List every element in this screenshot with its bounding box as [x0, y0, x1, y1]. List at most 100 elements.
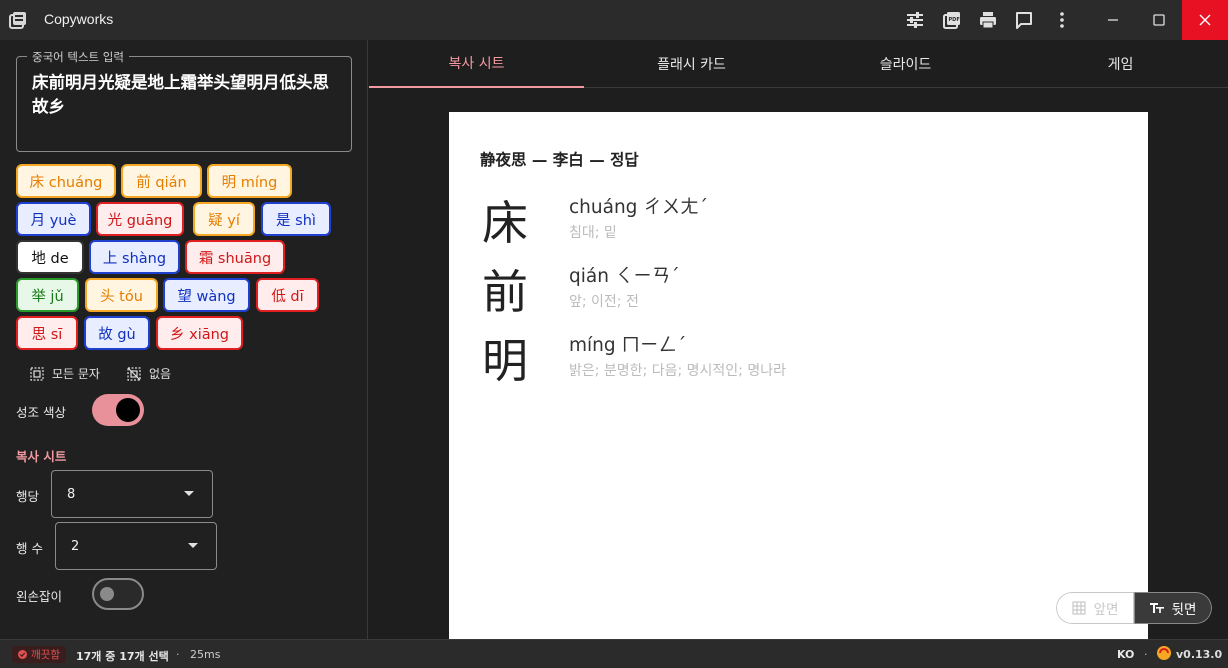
chevron-down-icon	[188, 543, 198, 548]
status-badge-label: 깨끗함	[31, 649, 60, 661]
print-button[interactable]	[970, 0, 1006, 40]
character-chip[interactable]: 故 gù	[84, 316, 150, 350]
status-separator: ·	[176, 648, 180, 661]
update-icon[interactable]	[1157, 646, 1171, 660]
minimize-icon	[1108, 19, 1118, 21]
tone-color-toggle[interactable]	[92, 394, 144, 426]
comment-icon	[1016, 12, 1032, 29]
per-row-label: 행당	[16, 489, 40, 504]
chevron-down-icon	[184, 491, 194, 496]
pdf-icon: PDF	[943, 12, 960, 29]
rows-value: 2	[71, 539, 80, 554]
front-side-label: 앞면	[1093, 602, 1119, 618]
character-chip[interactable]: 床 chuáng	[16, 164, 116, 198]
character-chip[interactable]: 上 shàng	[89, 240, 180, 274]
character-chip[interactable]: 疑 yí	[193, 202, 255, 236]
per-row-select[interactable]: 8	[51, 470, 213, 518]
sheet-preview: 静夜思 — 李白 — 정답 床 chuáng ㄔㄨㄤˊ 침대; 밑 前 qián…	[449, 112, 1148, 639]
export-pdf-button[interactable]: PDF	[934, 0, 970, 40]
character-chip[interactable]: 头 tóu	[85, 278, 158, 312]
copy-sheet-section-title: 복사 시트	[16, 449, 67, 464]
select-all-icon	[30, 366, 44, 381]
select-all-button[interactable]: 모든 문자	[30, 365, 100, 382]
pinyin-reading: qián ㄑㄧㄢˊ	[569, 266, 680, 287]
sheet-title: 静夜思 — 李白 — 정답	[480, 151, 639, 169]
maximize-button[interactable]	[1141, 0, 1177, 40]
chinese-text-input[interactable]: 중국어 텍스트 입력 床前明月光疑是地上霜举头望明月低头思故乡	[16, 49, 352, 152]
language-selector[interactable]: KO	[1117, 648, 1134, 661]
close-icon	[1199, 14, 1211, 26]
character-meaning: 침대; 밑	[569, 225, 617, 241]
character-chip[interactable]: 低 dī	[256, 278, 319, 312]
hanzi-character: 前	[482, 265, 528, 319]
character-chip[interactable]: 举 jǔ	[16, 278, 79, 312]
app-version: v0.13.0	[1176, 648, 1223, 661]
character-chip[interactable]: 光 guāng	[96, 202, 184, 236]
tab-slides[interactable]: 슬라이드	[798, 40, 1013, 88]
character-meaning: 밝은; 분명한; 다음; 명시적인; 명나라	[569, 363, 786, 379]
toggle-knob	[100, 587, 114, 601]
deselect-icon	[127, 366, 141, 381]
grid-icon	[1071, 601, 1086, 615]
sliders-icon	[907, 12, 923, 28]
tone-color-label: 성조 색상	[16, 405, 66, 420]
chinese-text-value[interactable]: 床前明月光疑是地上霜举头望明月低头思故乡	[32, 71, 339, 119]
view-tabs: 복사 시트 플래시 카드 슬라이드 게임	[369, 40, 1228, 88]
left-handed-label: 왼손잡이	[16, 589, 63, 604]
pinyin-reading: míng ㄇㄧㄥˊ	[569, 335, 687, 356]
close-window-button[interactable]	[1182, 0, 1228, 40]
input-legend: 중국어 텍스트 입력	[27, 49, 129, 65]
svg-text:PDF: PDF	[949, 17, 960, 23]
character-row: 床 chuáng ㄔㄨㄤˊ 침대; 밑	[449, 187, 1148, 255]
app-title: Copyworks	[44, 11, 114, 27]
printer-icon	[980, 12, 996, 29]
hanzi-character: 床	[482, 196, 528, 250]
sidebar: 중국어 텍스트 입력 床前明月光疑是地上霜举头望明月低头思故乡 床 chuáng…	[0, 40, 368, 639]
pinyin-reading: chuáng ㄔㄨㄤˊ	[569, 197, 709, 218]
back-side-label: 뒷면	[1171, 602, 1197, 618]
front-side-button[interactable]: 앞면	[1056, 592, 1134, 624]
character-meaning: 앞; 이전; 전	[569, 294, 639, 310]
character-chip[interactable]: 乡 xiāng	[156, 316, 243, 350]
tune-settings-button[interactable]	[897, 0, 933, 40]
select-none-button[interactable]: 없음	[127, 365, 171, 382]
toggle-knob	[116, 398, 140, 422]
selection-count: 17개 중 17개 선택	[76, 650, 169, 663]
hanzi-character: 明	[482, 334, 528, 388]
per-row-value: 8	[67, 487, 76, 502]
status-separator: ·	[1144, 648, 1148, 661]
select-none-label: 없음	[149, 367, 172, 381]
character-chip[interactable]: 月 yuè	[16, 202, 91, 236]
character-chip[interactable]: 地 de	[16, 240, 84, 274]
character-chip[interactable]: 思 sī	[16, 316, 78, 350]
tab-copy-sheet[interactable]: 복사 시트	[369, 40, 584, 88]
character-row: 明 míng ㄇㄧㄥˊ 밝은; 분명한; 다음; 명시적인; 명나라	[449, 325, 1148, 393]
character-chip[interactable]: 明 míng	[207, 164, 292, 198]
more-vertical-icon	[1060, 12, 1064, 28]
main-panel: 복사 시트 플래시 카드 슬라이드 게임 静夜思 — 李白 — 정답 床 chu…	[369, 40, 1228, 639]
character-row: 前 qián ㄑㄧㄢˊ 앞; 이전; 전	[449, 256, 1148, 324]
check-circle-icon	[18, 650, 27, 659]
app-logo-icon	[8, 10, 28, 30]
text-size-icon	[1149, 603, 1164, 613]
select-all-label: 모든 문자	[52, 367, 100, 381]
rows-label: 행 수	[16, 541, 43, 556]
feedback-button[interactable]	[1006, 0, 1042, 40]
more-menu-button[interactable]	[1044, 0, 1080, 40]
rows-select[interactable]: 2	[55, 522, 217, 570]
render-timing: 25ms	[190, 648, 221, 661]
character-chip[interactable]: 望 wàng	[163, 278, 250, 312]
character-chip[interactable]: 是 shì	[261, 202, 331, 236]
title-bar: Copyworks PDF	[0, 0, 1228, 40]
tab-games[interactable]: 게임	[1013, 40, 1228, 88]
tab-flash-cards[interactable]: 플래시 카드	[584, 40, 799, 88]
back-side-button[interactable]: 뒷면	[1134, 592, 1212, 624]
character-chip[interactable]: 前 qián	[121, 164, 202, 198]
maximize-icon	[1153, 14, 1165, 26]
status-badge: 깨끗함	[12, 646, 66, 663]
side-toggle: 앞면 뒷면	[1056, 592, 1212, 624]
left-handed-toggle[interactable]	[92, 578, 144, 610]
status-bar: 깨끗함 17개 중 17개 선택 · 25ms KO · v0.13.0	[0, 639, 1228, 668]
minimize-button[interactable]	[1095, 0, 1131, 40]
character-chip[interactable]: 霜 shuāng	[185, 240, 285, 274]
